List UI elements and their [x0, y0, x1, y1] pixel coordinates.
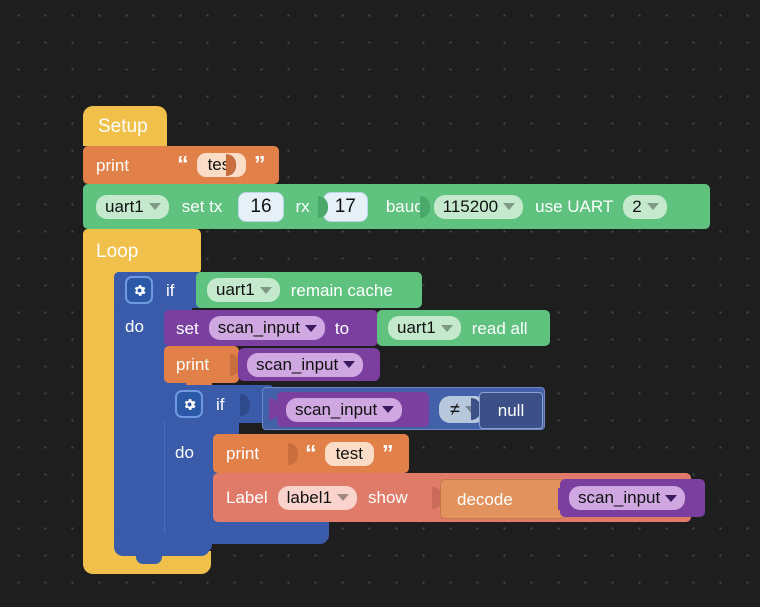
quote-open-icon: “: [177, 151, 189, 178]
print-variable-label: print: [176, 355, 210, 374]
use-uart-label: use UART: [535, 197, 614, 216]
inner-print-text-field[interactable]: test: [324, 441, 374, 466]
loop-hat-header[interactable]: Loop: [83, 229, 201, 274]
tx-value-field[interactable]: 16: [238, 191, 284, 222]
set-variable-value: scan_input: [217, 318, 300, 337]
quote-open-icon: “: [305, 439, 317, 466]
left-operand-block[interactable]: scan_input: [277, 392, 429, 427]
inner-if-header[interactable]: if: [164, 385, 274, 423]
decode-label: decode: [457, 489, 513, 509]
print-label: print: [96, 155, 130, 175]
decode-arg-dropdown[interactable]: scan_input: [569, 486, 686, 510]
decode-block[interactable]: decode: [440, 479, 568, 519]
uart-number-dropdown[interactable]: 2: [623, 194, 667, 219]
chevron-down-icon: [646, 203, 659, 210]
set-variable-dropdown[interactable]: scan_input: [208, 316, 325, 340]
chevron-down-icon: [503, 203, 516, 210]
left-operand-dropdown[interactable]: scan_input: [286, 397, 403, 422]
quote-close-icon: ”: [253, 151, 266, 178]
inner-if-condition-socket: [240, 394, 250, 416]
uart-init-block[interactable]: uart1 set tx 16 rx 17 baud 115200 use UA…: [83, 184, 710, 236]
uart-number-value: 2: [632, 196, 642, 216]
chevron-down-icon: [259, 286, 272, 294]
loop-hat-label: Loop: [96, 241, 139, 262]
uart-object-value: uart1: [105, 196, 144, 216]
operator-value: ≠: [450, 399, 460, 419]
decode-arg-block[interactable]: scan_input: [560, 479, 705, 517]
print-variable-block[interactable]: print: [164, 346, 240, 390]
print-variable-dropdown[interactable]: scan_input: [247, 352, 364, 377]
baud-dropdown[interactable]: 115200: [433, 194, 524, 219]
show-label: show: [367, 488, 408, 507]
outer-if-foot: [114, 534, 210, 556]
baud-label: baud: [385, 197, 424, 216]
uart-remain-cache-block[interactable]: uart1 remain cache: [196, 272, 422, 308]
gear-icon[interactable]: [125, 276, 153, 304]
label-show-block[interactable]: Label label1 show decode scan_input: [213, 473, 705, 522]
null-label: null: [497, 401, 525, 420]
to-label: to: [334, 318, 350, 338]
quote-close-icon: ”: [381, 439, 394, 466]
null-block[interactable]: null: [479, 392, 543, 429]
label-word: Label: [226, 488, 268, 507]
left-operand-value: scan_input: [295, 399, 378, 419]
inner-if-do-label: do: [175, 442, 194, 462]
read-all-object-dropdown[interactable]: uart1: [388, 316, 461, 340]
rx-socket: [420, 196, 430, 218]
remain-cache-object-value: uart1: [216, 280, 255, 299]
outer-if-label: if: [166, 280, 175, 300]
remain-cache-label: remain cache: [290, 280, 393, 300]
inner-print-block[interactable]: print “ test ”: [213, 434, 409, 480]
rx-label: rx: [295, 197, 310, 216]
uart-read-all-block[interactable]: uart1 read all: [377, 310, 550, 346]
rx-value-field[interactable]: 17: [322, 191, 368, 222]
gear-icon[interactable]: [175, 390, 203, 418]
setup-hat-block[interactable]: Setup: [83, 106, 167, 153]
print-variable-value-block[interactable]: scan_input: [238, 348, 380, 381]
label-target-value: label1: [286, 487, 332, 507]
print-text-field[interactable]: test: [196, 153, 246, 177]
blockly-workspace[interactable]: Setup print “ test ” uart1 set tx 16 rx …: [0, 0, 760, 607]
outer-if-do-label: do: [125, 316, 144, 336]
setup-hat-label: Setup: [98, 115, 148, 137]
set-tx-label: set tx: [181, 197, 223, 216]
chevron-down-icon: [343, 361, 356, 368]
comparison-block[interactable]: scan_input ≠ null: [262, 387, 545, 430]
remain-cache-object-dropdown[interactable]: uart1: [207, 278, 280, 302]
outer-if-foot-notch: [136, 556, 162, 564]
chevron-down-icon: [440, 324, 453, 332]
inner-print-socket: [288, 443, 298, 465]
label-target-dropdown[interactable]: label1: [277, 485, 357, 510]
chevron-down-icon: [665, 494, 678, 502]
chevron-down-icon: [148, 203, 161, 210]
chevron-down-icon: [304, 324, 317, 332]
chevron-down-icon: [382, 406, 395, 413]
setup-print-block[interactable]: print “ test ”: [83, 146, 279, 191]
inner-if-label: if: [216, 394, 225, 414]
read-all-label: read all: [471, 318, 528, 338]
set-label: set: [176, 318, 199, 338]
decode-arg-value: scan_input: [578, 488, 661, 507]
inner-print-label: print: [226, 444, 260, 463]
set-variable-block[interactable]: set scan_input to: [164, 310, 543, 353]
baud-value: 115200: [442, 196, 499, 216]
uart-object-dropdown[interactable]: uart1: [96, 194, 169, 219]
chevron-down-icon: [336, 494, 349, 501]
print-variable-value: scan_input: [256, 354, 339, 374]
read-all-object-value: uart1: [397, 318, 436, 337]
